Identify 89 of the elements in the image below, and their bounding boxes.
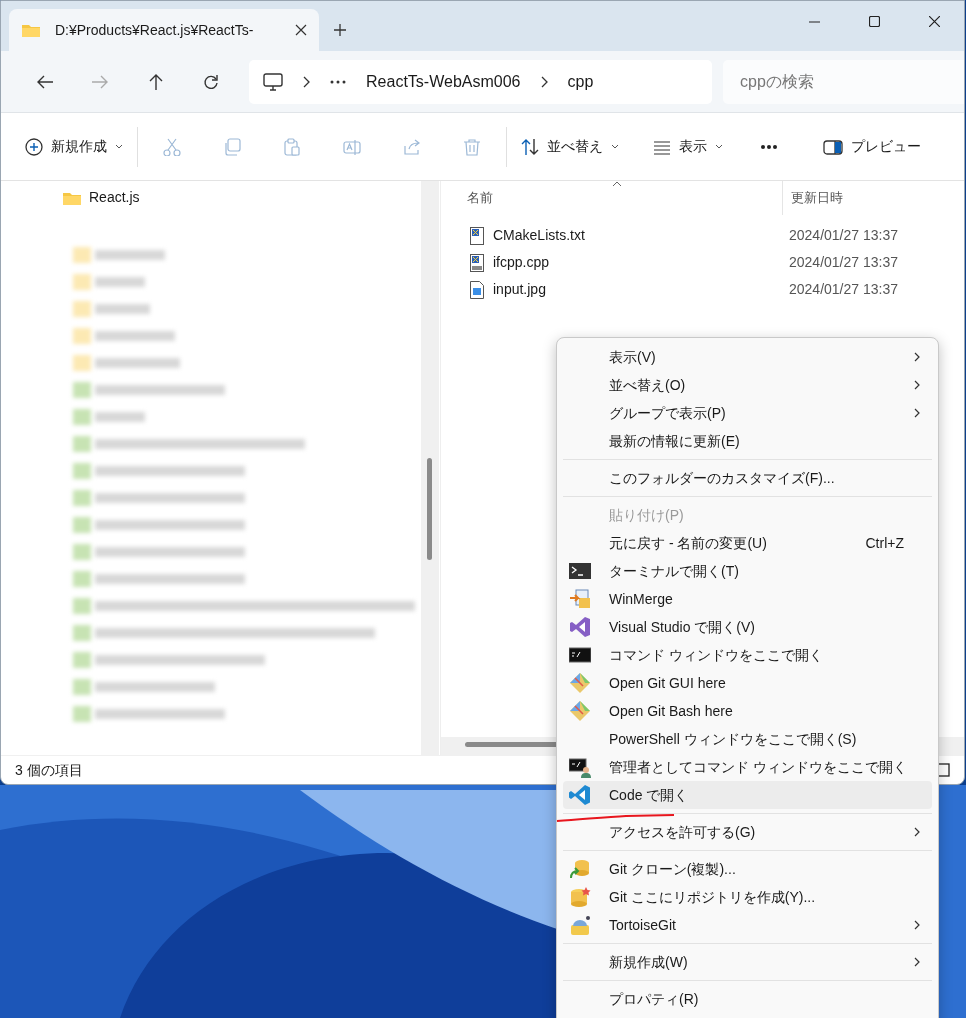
sort-up-icon xyxy=(611,181,622,187)
sort-button[interactable]: 並べ替え xyxy=(511,130,629,163)
menu-item[interactable]: PowerShell ウィンドウをここで開く(S) xyxy=(563,725,932,753)
scissors-icon xyxy=(163,137,181,156)
menu-item[interactable]: TortoiseGit xyxy=(563,911,932,939)
new-tab-icon[interactable] xyxy=(333,23,347,37)
vscode-icon xyxy=(569,784,591,806)
view-button[interactable]: 表示 xyxy=(643,130,733,163)
submenu-chevron-icon xyxy=(914,920,920,930)
folder-icon xyxy=(63,190,81,205)
refresh-icon[interactable] xyxy=(203,73,220,90)
submenu-chevron-icon xyxy=(914,827,920,837)
text-file-icon xyxy=(469,226,485,245)
submenu-chevron-icon xyxy=(914,957,920,967)
caret-down-icon xyxy=(715,144,723,149)
caret-down-icon xyxy=(115,144,123,149)
search-field[interactable]: cppの検索 xyxy=(723,59,964,104)
more-icon[interactable] xyxy=(330,79,347,84)
up-arrow-icon[interactable] xyxy=(147,73,164,90)
image-file-icon xyxy=(469,280,485,299)
close-icon[interactable] xyxy=(928,15,940,27)
tortoise-icon xyxy=(569,914,591,936)
menu-item[interactable]: Open Git Bash here xyxy=(563,697,932,725)
breadcrumb[interactable]: cpp xyxy=(567,69,594,94)
share-icon xyxy=(403,137,421,156)
address-bar[interactable]: ReactTs-WebAsm006 cpp xyxy=(249,59,712,104)
menu-item[interactable]: 最新の情報に更新(E) xyxy=(563,427,932,455)
menu-item[interactable]: 新規作成(W) xyxy=(563,948,932,976)
preview-pane-icon xyxy=(823,137,843,156)
back-arrow-icon[interactable] xyxy=(36,73,53,90)
chevron-icon xyxy=(540,75,548,88)
menu-item[interactable]: 管理者としてコマンド ウィンドウをここで開く xyxy=(563,753,932,781)
close-icon[interactable] xyxy=(295,24,307,36)
git-repository-icon xyxy=(569,886,591,908)
menu-item[interactable]: Git ここにリポジトリを作成(Y)... xyxy=(563,883,932,911)
modified-date: 2024/01/27 13:37 xyxy=(789,253,898,272)
menu-item[interactable]: Code で開く xyxy=(563,781,932,809)
clipboard-icon xyxy=(283,137,301,156)
item-count: 3 個の項目 xyxy=(15,760,83,780)
file-name[interactable]: ifcpp.cpp xyxy=(493,252,789,273)
visual-studio-icon xyxy=(569,616,591,638)
preview-button[interactable]: プレビュー xyxy=(813,130,931,163)
menu-item[interactable]: ターミナルで開く(T) xyxy=(563,557,932,585)
submenu-chevron-icon xyxy=(914,380,920,390)
maximize-icon[interactable] xyxy=(868,15,880,27)
command-prompt-icon xyxy=(569,644,591,666)
menu-item[interactable]: 表示(V) xyxy=(563,343,932,371)
menu-item[interactable]: グループで表示(P) xyxy=(563,399,932,427)
menu-item[interactable]: アクセスを許可する(G) xyxy=(563,818,932,846)
code-file-icon xyxy=(469,253,485,272)
submenu-chevron-icon xyxy=(914,408,920,418)
menu-item[interactable]: Git クローン(複製)... xyxy=(563,855,932,883)
file-name[interactable]: CMakeLists.txt xyxy=(493,225,789,246)
git-diamond-icon xyxy=(569,700,591,722)
menu-item[interactable]: 並べ替え(O) xyxy=(563,371,932,399)
caret-down-icon xyxy=(611,144,619,149)
more-icon xyxy=(760,143,778,150)
plus-circle-icon xyxy=(25,137,43,156)
modified-date: 2024/01/27 13:37 xyxy=(789,280,898,299)
menu-item[interactable]: 元に戻す - 名前の変更(U) Ctrl+Z xyxy=(563,529,932,557)
scrollbar-thumb[interactable] xyxy=(427,458,432,560)
file-name[interactable]: input.jpg xyxy=(493,279,789,300)
monitor-icon xyxy=(263,72,284,91)
submenu-chevron-icon xyxy=(914,352,920,362)
column-header[interactable]: 名前 xyxy=(441,181,783,215)
menu-item[interactable]: このフォルダーのカスタマイズ(F)... xyxy=(563,464,932,492)
copy-icon xyxy=(223,137,241,156)
new-button[interactable]: 新規作成 xyxy=(15,130,133,163)
menu-item[interactable]: プロパティ(R) xyxy=(563,985,932,1013)
winmerge-icon xyxy=(569,588,591,610)
menu-item[interactable]: Visual Studio で開く(V) xyxy=(563,613,932,641)
menu-item[interactable]: Open Git GUI here xyxy=(563,669,932,697)
trash-icon xyxy=(463,137,481,156)
window-tab[interactable]: D:¥Products¥React.js¥ReactTs- xyxy=(9,9,319,51)
chevron-icon xyxy=(303,75,311,88)
column-header[interactable]: 更新日時 xyxy=(783,181,964,215)
terminal-icon xyxy=(569,560,591,582)
menu-item[interactable]: コマンド ウィンドウをここで開く xyxy=(563,641,932,669)
admin-command-prompt-icon xyxy=(569,756,591,778)
folder-label[interactable]: React.js xyxy=(89,187,140,208)
breadcrumb[interactable]: ReactTs-WebAsm006 xyxy=(366,69,521,94)
folder-icon xyxy=(21,22,41,38)
git-clone-icon xyxy=(569,858,591,880)
menu-item[interactable]: WinMerge xyxy=(563,585,932,613)
rename-icon xyxy=(343,137,361,156)
git-diamond-icon xyxy=(569,672,591,694)
sort-arrows-icon xyxy=(521,137,539,156)
tab-title: D:¥Products¥React.js¥ReactTs- xyxy=(55,20,255,40)
modified-date: 2024/01/27 13:37 xyxy=(789,226,898,245)
